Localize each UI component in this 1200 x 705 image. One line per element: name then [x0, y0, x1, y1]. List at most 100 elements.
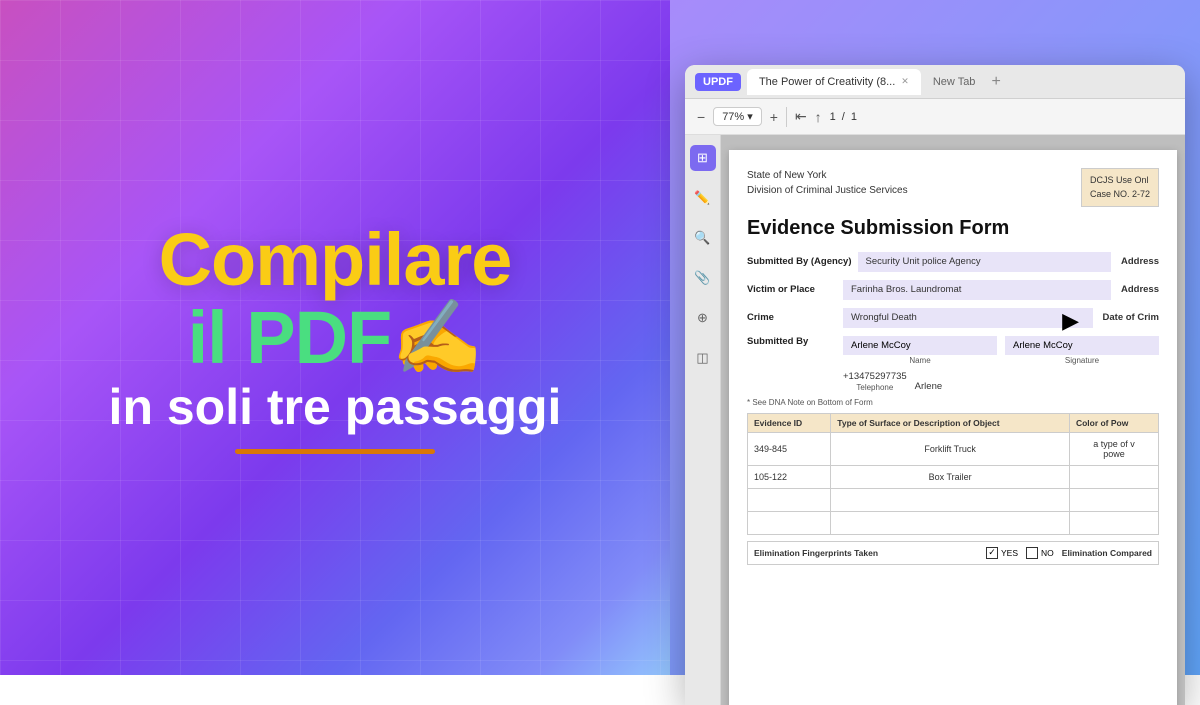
left-panel: Compilare il PDF✍️ in soli tre passaggi: [0, 0, 670, 675]
sidebar-btn-2[interactable]: ✏️: [690, 185, 716, 211]
col-color: Color of Pow: [1069, 413, 1158, 432]
zoom-in-icon[interactable]: +: [770, 109, 778, 125]
sidebar-btn-5[interactable]: ⊕: [690, 305, 716, 331]
name-col: Arlene McCoy Name: [843, 336, 997, 365]
active-tab[interactable]: The Power of Creativity (8... ✕: [747, 69, 921, 95]
date-crime-label: Date of Crim: [1103, 312, 1159, 323]
cell-type-4: [831, 511, 1070, 534]
phone-label: Telephone: [856, 383, 893, 392]
crime-row: Crime Wrongful Death ▶ Date of Crim: [747, 308, 1159, 328]
cell-id-4: [748, 511, 831, 534]
main-title-line1: Compilare: [109, 221, 562, 299]
prev-arrow-icon[interactable]: ⇤: [795, 108, 807, 125]
cell-color-2: [1069, 465, 1158, 488]
no-check-icon: [1026, 547, 1038, 559]
submitted-by-row: Submitted By (Agency) Security Unit poli…: [747, 252, 1159, 272]
sidebar-btn-3[interactable]: 🔍: [690, 225, 716, 251]
table-row: [748, 511, 1159, 534]
window-body: ⊞ ✏️ 🔍 📎 ⊕ ◫ State of New York Division …: [685, 135, 1185, 705]
submitted-fields: Arlene McCoy Name Arlene McCoy Signature: [843, 336, 1159, 365]
cursor-arrow-icon: ▶: [1062, 308, 1079, 334]
dcjs-label: DCJS Use Onl: [1090, 173, 1150, 187]
col-evidence-id: Evidence ID: [748, 413, 831, 432]
doc-header: State of New York Division of Criminal J…: [747, 168, 1159, 207]
address-label-2: Address: [1121, 284, 1159, 295]
zoom-display[interactable]: 77% ▾: [713, 107, 762, 126]
right-panel: UPDF The Power of Creativity (8... ✕ New…: [670, 0, 1200, 675]
cell-type-3: [831, 488, 1070, 511]
sig-sub-label: Signature: [1005, 356, 1159, 365]
yes-check-icon: ✓: [986, 547, 998, 559]
fp-no-checkbox[interactable]: NO: [1026, 547, 1054, 559]
left-content: Compilare il PDF✍️ in soli tre passaggi: [109, 221, 562, 454]
crime-field[interactable]: Wrongful Death: [843, 308, 1093, 328]
active-tab-label: The Power of Creativity (8...: [759, 76, 895, 88]
doc-area: State of New York Division of Criminal J…: [721, 135, 1185, 705]
cell-type-2: Box Trailer: [831, 465, 1070, 488]
phone-row: +13475297735 Telephone Arlene: [843, 371, 1159, 392]
up-arrow-icon[interactable]: ↑: [815, 109, 822, 125]
victim-row: Victim or Place Farinha Bros. Laundromat…: [747, 280, 1159, 300]
name-sub-label: Name: [843, 356, 997, 365]
cell-color-1: a type of vpowe: [1069, 432, 1158, 465]
dcjs-box: DCJS Use Onl Case NO. 2-72: [1081, 168, 1159, 207]
doc-agency: State of New York Division of Criminal J…: [747, 168, 908, 207]
toolbar: − 77% ▾ + ⇤ ↑ 1 / 1: [685, 99, 1185, 135]
updf-logo: UPDF: [695, 73, 741, 91]
address-label-1: Address: [1121, 256, 1159, 267]
victim-field[interactable]: Farinha Bros. Laundromat: [843, 280, 1111, 300]
col-type: Type of Surface or Description of Object: [831, 413, 1070, 432]
crime-label: Crime: [747, 312, 837, 323]
doc-title: Evidence Submission Form: [747, 217, 1159, 240]
cell-id-1: 349-845: [748, 432, 831, 465]
cell-type-1: Forklift Truck: [831, 432, 1070, 465]
underline-decoration: [235, 449, 435, 454]
fp-label: Elimination Fingerprints Taken: [754, 548, 978, 558]
phone-value: +13475297735: [843, 371, 907, 382]
page-total: 1: [851, 111, 857, 123]
zoom-value: 77%: [722, 111, 744, 123]
zoom-dropdown-icon: ▾: [747, 110, 753, 123]
cell-id-3: [748, 488, 831, 511]
cell-color-4: [1069, 511, 1158, 534]
main-title-line3: in soli tre passaggi: [109, 380, 562, 435]
sidebar-btn-4[interactable]: 📎: [690, 265, 716, 291]
tab-close-icon[interactable]: ✕: [901, 76, 909, 87]
document: State of New York Division of Criminal J…: [729, 150, 1177, 705]
page-nav: 1 / 1: [830, 111, 857, 123]
inactive-tab-label: New Tab: [933, 76, 976, 88]
sidebar-btn-active[interactable]: ⊞: [690, 145, 716, 171]
cell-color-3: [1069, 488, 1158, 511]
signature-field[interactable]: Arlene McCoy: [1005, 336, 1159, 355]
title-bar: UPDF The Power of Creativity (8... ✕ New…: [685, 65, 1185, 99]
victim-label: Victim or Place: [747, 284, 837, 295]
dna-note: * See DNA Note on Bottom of Form: [747, 398, 1159, 407]
cell-id-2: 105-122: [748, 465, 831, 488]
table-header-row: Evidence ID Type of Surface or Descripti…: [748, 413, 1159, 432]
submitted-by2-row: Submitted By Arlene McCoy Name Arlene Mc…: [747, 336, 1159, 365]
new-tab-button[interactable]: +: [991, 73, 1000, 91]
sig-col: Arlene McCoy Signature: [1005, 336, 1159, 365]
table-row: [748, 488, 1159, 511]
fingerprint-row: Elimination Fingerprints Taken ✓ YES NO …: [747, 541, 1159, 565]
inactive-tab[interactable]: New Tab: [921, 72, 988, 92]
toolbar-divider: [786, 107, 787, 127]
tabs-area: The Power of Creativity (8... ✕ New Tab …: [747, 69, 1185, 95]
arlene-extra: Arlene: [915, 381, 942, 392]
division-label: Division of Criminal Justice Services: [747, 183, 908, 198]
name-field[interactable]: Arlene McCoy: [843, 336, 997, 355]
main-title-line2: il PDF✍️: [109, 299, 562, 377]
fp-yes-checkbox[interactable]: ✓ YES: [986, 547, 1018, 559]
sidebar-btn-6[interactable]: ◫: [690, 345, 716, 371]
page-separator: /: [842, 111, 845, 123]
fp-compared-label: Elimination Compared: [1062, 548, 1152, 558]
evidence-table: Evidence ID Type of Surface or Descripti…: [747, 413, 1159, 535]
submitted-by-field[interactable]: Security Unit police Agency: [858, 252, 1111, 272]
table-row: 349-845 Forklift Truck a type of vpowe: [748, 432, 1159, 465]
submitted-by2-label: Submitted By: [747, 336, 837, 347]
submitted-by-label: Submitted By (Agency): [747, 256, 852, 267]
sidebar: ⊞ ✏️ 🔍 📎 ⊕ ◫: [685, 135, 721, 705]
fp-yes-label: YES: [1001, 548, 1018, 558]
zoom-out-icon[interactable]: −: [697, 109, 705, 125]
fp-no-label: NO: [1041, 548, 1054, 558]
